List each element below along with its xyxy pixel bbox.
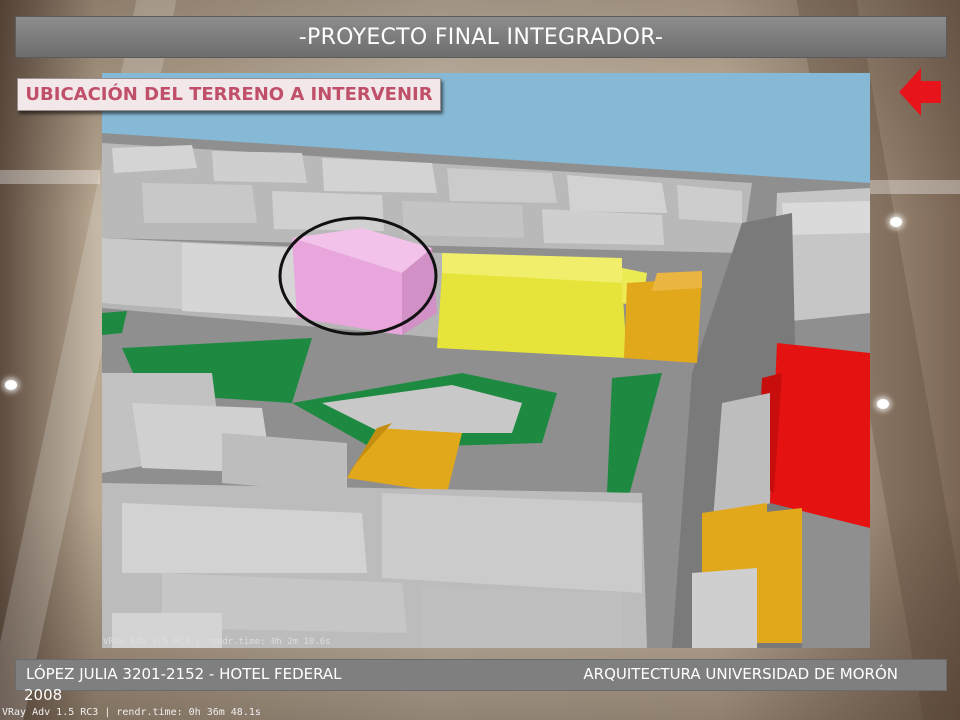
render-watermark: VRay Adv 1.5 RC3 | rendr.time: 0h 2m 10.… xyxy=(103,637,331,647)
ceiling-lamp-icon xyxy=(890,217,902,227)
highlight-red-block xyxy=(770,343,870,528)
background-beam xyxy=(870,180,960,194)
highlight-orange-block xyxy=(624,278,702,363)
section-label: UBICACIÓN DEL TERRENO A INTERVENIR xyxy=(17,78,441,111)
ceiling-lamp-icon xyxy=(877,399,889,409)
section-label-text: UBICACIÓN DEL TERRENO A INTERVENIR xyxy=(25,84,433,105)
render-illustration xyxy=(102,73,870,648)
background-beam xyxy=(0,170,100,184)
ceiling-lamp-icon xyxy=(5,380,17,390)
footer-bar: LÓPEZ JULIA 3201-2152 - HOTEL FEDERAL AR… xyxy=(15,659,947,691)
site-3d-render: VRay Adv 1.5 RC3 | rendr.time: 0h 2m 10.… xyxy=(102,73,870,648)
page-title: -PROYECTO FINAL INTEGRADOR- xyxy=(298,24,664,50)
footer-author: LÓPEZ JULIA 3201-2152 - HOTEL FEDERAL xyxy=(26,665,342,683)
page-title-bar: -PROYECTO FINAL INTEGRADOR- xyxy=(15,16,947,58)
footer-institution: ARQUITECTURA UNIVERSIDAD DE MORÓN xyxy=(583,665,898,683)
footer-year: 2008 xyxy=(24,686,63,704)
highlight-yellow-block xyxy=(437,273,627,358)
outer-watermark: VRay Adv 1.5 RC3 | rendr.time: 0h 36m 48… xyxy=(2,707,261,718)
arrow-left-icon[interactable] xyxy=(899,68,941,116)
